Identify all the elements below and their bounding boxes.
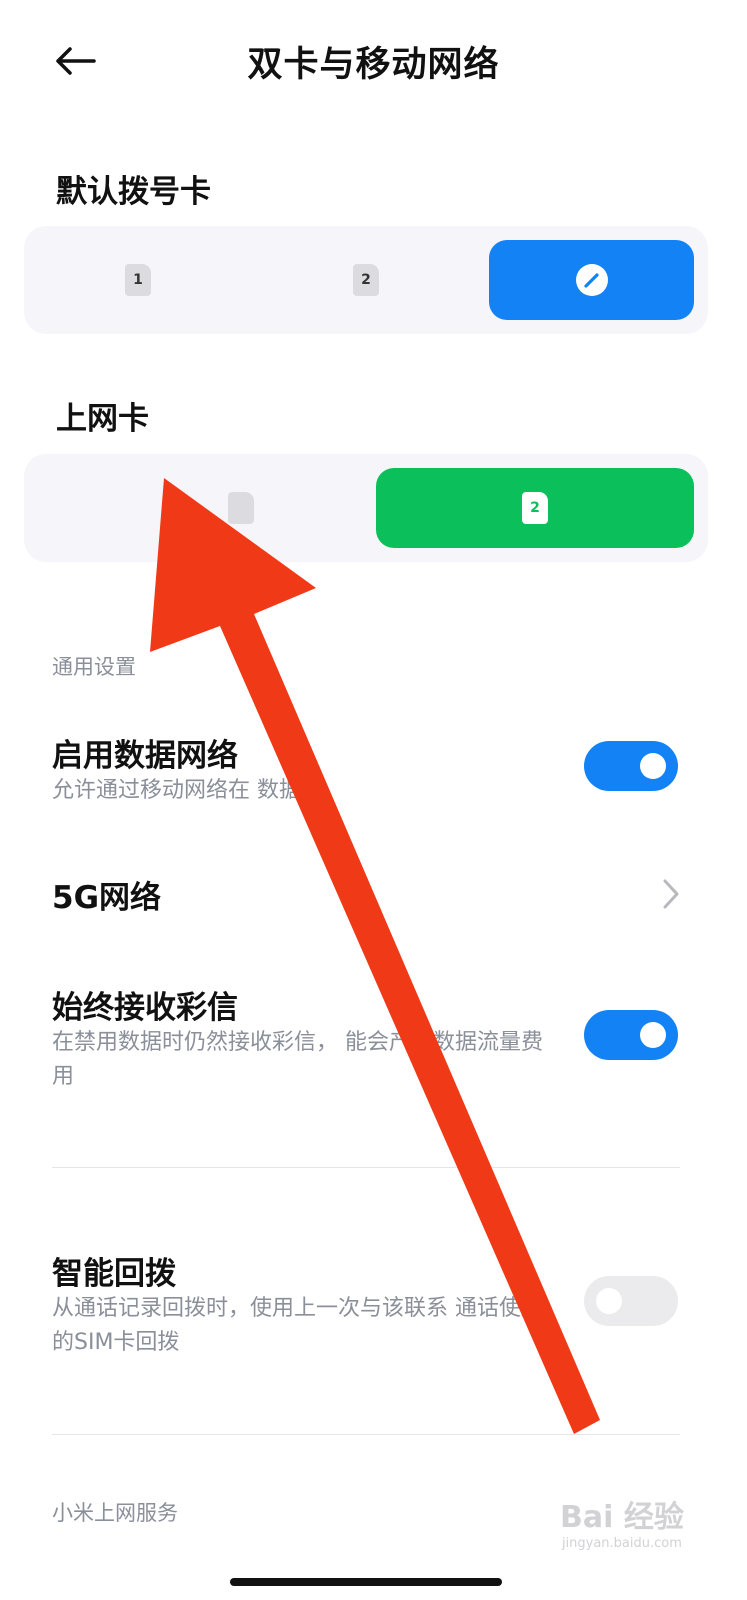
toggle-knob: [640, 753, 666, 779]
page-title: 双卡与移动网络: [247, 45, 500, 85]
watermark-text: Bai 经验: [560, 1500, 684, 1535]
5g-network-title: 5G网络: [52, 880, 162, 916]
smart-callback-toggle[interactable]: [584, 1276, 678, 1326]
edit-pencil-icon: [575, 264, 608, 296]
smart-callback-subtitle: 从通话记录回拨时，使用上一次与该联系 通话使用的SIM卡回拨: [52, 1296, 543, 1355]
enable-data-title: 启用数据网络: [52, 738, 238, 774]
sim-card-icon: 2: [522, 492, 548, 524]
data-card-sim1-option[interactable]: [26, 468, 366, 548]
baidu-watermark: Bai 经验 jingyan.baidu.com: [560, 1492, 684, 1551]
smart-callback-title: 智能回拨: [52, 1256, 176, 1292]
data-card-segmented: 2: [24, 454, 708, 562]
data-card-label: 上网卡: [56, 401, 149, 437]
sim-card-icon: 2: [353, 264, 379, 296]
enable-data-subtitle: 允许通过移动网络在 数据: [52, 778, 301, 803]
chevron-right-icon: [663, 879, 679, 909]
smart-callback-row[interactable]: 智能回拨 从通话记录回拨时，使用上一次与该联系 通话使用的SIM卡回拨: [0, 1248, 747, 1368]
default-dial-label: 默认拨号卡: [56, 174, 211, 210]
5g-network-row[interactable]: 5G网络: [0, 862, 747, 924]
default-dial-sim1-option[interactable]: 1: [26, 240, 250, 320]
toggle-knob: [596, 1288, 622, 1314]
enable-data-row[interactable]: 启用数据网络 允许通过移动网络在 数据: [0, 720, 747, 820]
sim-card-icon: [228, 492, 254, 524]
divider: [52, 1167, 680, 1168]
mms-subtitle: 在禁用数据时仍然接收彩信， 能会产生数据流量费用: [52, 1030, 543, 1089]
watermark-url: jingyan.baidu.com: [561, 1536, 682, 1551]
mms-row[interactable]: 始终接收彩信 在禁用数据时仍然接收彩信， 能会产生数据流量费用: [0, 982, 747, 1102]
enable-data-toggle[interactable]: [584, 741, 678, 791]
xiaomi-service-title: 小米上网服务: [52, 1501, 178, 1525]
default-dial-ask-option[interactable]: [489, 240, 694, 320]
mms-toggle[interactable]: [584, 1010, 678, 1060]
default-dial-segmented: 1 2: [24, 226, 708, 334]
toggle-knob: [640, 1022, 666, 1048]
general-settings-title: 通用设置: [52, 655, 136, 679]
default-dial-sim2-option[interactable]: 2: [252, 240, 480, 320]
mms-title: 始终接收彩信: [52, 990, 238, 1026]
sim-card-icon: 1: [125, 264, 151, 296]
divider: [52, 1434, 680, 1435]
home-indicator[interactable]: [230, 1578, 502, 1586]
data-card-sim2-option[interactable]: 2: [376, 468, 694, 548]
